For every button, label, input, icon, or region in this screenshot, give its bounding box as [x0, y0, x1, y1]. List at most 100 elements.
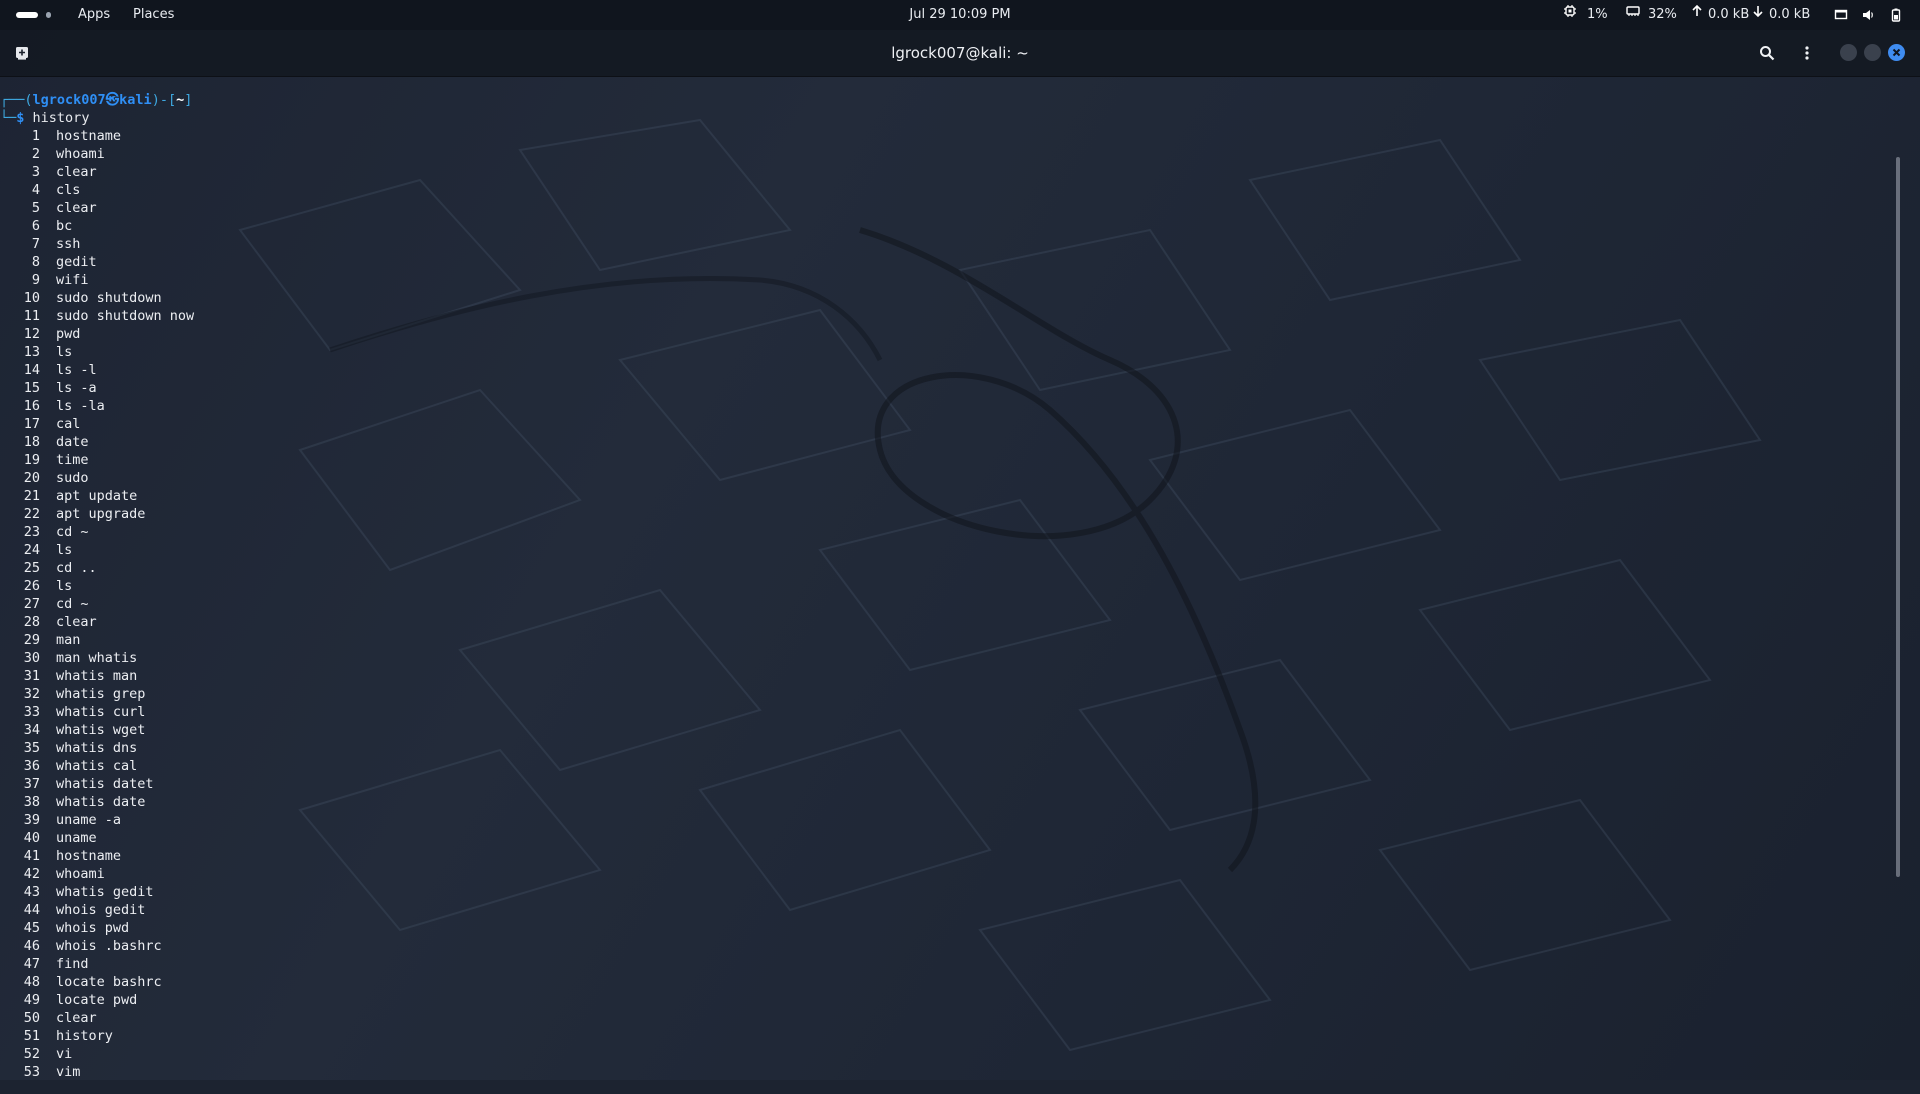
clock[interactable]: Jul 29 10:09 PM: [909, 0, 1010, 30]
download-indicator[interactable]: 0.0 kB: [1751, 0, 1810, 30]
history-entry: 36 whatis cal: [0, 757, 1904, 775]
history-command: clear: [56, 614, 97, 630]
history-command: whatis datet: [56, 776, 154, 792]
minimize-icon[interactable]: [1840, 44, 1857, 61]
history-entry: 50 clear: [0, 1009, 1904, 1027]
history-number: 21: [23, 488, 40, 504]
history-number: 18: [23, 434, 40, 450]
history-entry: 15 ls -a: [0, 379, 1904, 397]
memory-icon: [1626, 0, 1640, 30]
history-command: whatis man: [56, 668, 138, 684]
history-command: cls: [56, 182, 81, 198]
history-number: 36: [23, 758, 40, 774]
top-panel: Apps Places Jul 29 10:09 PM 1% 32% 0.0 k…: [0, 0, 1920, 30]
history-command: uname: [56, 830, 97, 846]
prompt-user: lgrock007: [32, 92, 106, 108]
history-entry: 35 whatis dns: [0, 739, 1904, 757]
history-command: whatis date: [56, 794, 146, 810]
history-number: 5: [31, 200, 40, 216]
terminal-output[interactable]: ┌──(lgrock007㉿kali)-[~] └─$ history 1 hos…: [0, 77, 1904, 1094]
window-title: lgrock007@kali: ~: [891, 44, 1029, 62]
history-entry: 5 clear: [0, 199, 1904, 217]
history-entry: 10 sudo shutdown: [0, 289, 1904, 307]
history-command: ls -l: [56, 362, 97, 378]
history-entry: 40 uname: [0, 829, 1904, 847]
history-command: cd ~: [56, 524, 89, 540]
history-command: apt upgrade: [56, 506, 146, 522]
history-command: cd ..: [56, 560, 97, 576]
history-entry: 13 ls: [0, 343, 1904, 361]
close-icon[interactable]: [1888, 44, 1905, 61]
history-number: 15: [23, 380, 40, 396]
history-entry: 11 sudo shutdown now: [0, 307, 1904, 325]
battery-icon[interactable]: [1889, 0, 1903, 30]
history-command: apt update: [56, 488, 138, 504]
apps-menu[interactable]: Apps: [78, 0, 110, 30]
workspace-indicator-active[interactable]: [16, 12, 38, 18]
history-command: uname -a: [56, 812, 122, 828]
history-list: 1 hostname 2 whoami 3 clear 4 cls 5 clear 6 bc 7 ssh 8…: [0, 127, 1904, 1081]
history-entry: 47 find: [0, 955, 1904, 973]
search-icon[interactable]: [1757, 43, 1777, 63]
kebab-menu-icon[interactable]: [1797, 43, 1817, 63]
history-entry: 52 vi: [0, 1045, 1904, 1063]
history-entry: 33 whatis curl: [0, 703, 1904, 721]
upload-value: 0.0 kB: [1708, 7, 1750, 22]
maximize-icon[interactable]: [1864, 44, 1881, 61]
history-number: 35: [23, 740, 40, 756]
history-command: wifi: [56, 272, 89, 288]
history-command: sudo shutdown now: [56, 308, 195, 324]
history-number: 38: [23, 794, 40, 810]
history-command: hostname: [56, 848, 122, 864]
terminal-scrollbar[interactable]: [1896, 157, 1900, 877]
history-command: clear: [56, 164, 97, 180]
history-number: 9: [31, 272, 40, 288]
history-number: 8: [31, 254, 40, 270]
history-number: 22: [23, 506, 40, 522]
history-number: 52: [23, 1046, 40, 1062]
history-entry: 43 whatis gedit: [0, 883, 1904, 901]
history-number: 45: [23, 920, 40, 936]
history-entry: 37 whatis datet: [0, 775, 1904, 793]
memory-value: 32%: [1648, 7, 1677, 22]
history-command: find: [56, 956, 89, 972]
history-entry: 6 bc: [0, 217, 1904, 235]
history-command: bc: [56, 218, 73, 234]
volume-icon[interactable]: [1861, 0, 1875, 30]
history-command: whoami: [56, 146, 105, 162]
history-number: 42: [23, 866, 40, 882]
memory-indicator[interactable]: 32%: [1626, 0, 1677, 30]
places-menu[interactable]: Places: [133, 0, 174, 30]
history-entry: 48 locate bashrc: [0, 973, 1904, 991]
arrow-up-icon: [1690, 0, 1704, 30]
history-entry: 31 whatis man: [0, 667, 1904, 685]
history-number: 16: [23, 398, 40, 414]
history-number: 37: [23, 776, 40, 792]
history-entry: 44 whois gedit: [0, 901, 1904, 919]
history-entry: 18 date: [0, 433, 1904, 451]
history-entry: 16 ls -la: [0, 397, 1904, 415]
upload-indicator[interactable]: 0.0 kB: [1690, 0, 1749, 30]
history-number: 33: [23, 704, 40, 720]
history-command: time: [56, 452, 89, 468]
history-entry: 53 vim: [0, 1063, 1904, 1081]
history-number: 34: [23, 722, 40, 738]
prompt-line-2: └─$ history: [0, 109, 1904, 127]
history-entry: 22 apt upgrade: [0, 505, 1904, 523]
terminal-titlebar[interactable]: lgrock007@kali: ~: [0, 30, 1920, 77]
history-entry: 7 ssh: [0, 235, 1904, 253]
history-number: 13: [23, 344, 40, 360]
history-number: 39: [23, 812, 40, 828]
workspace-indicator[interactable]: [46, 12, 51, 18]
history-number: 3: [31, 164, 40, 180]
history-number: 1: [31, 128, 40, 144]
history-number: 26: [23, 578, 40, 594]
history-number: 20: [23, 470, 40, 486]
history-command: clear: [56, 1010, 97, 1026]
display-icon[interactable]: [1834, 0, 1848, 30]
history-command: locate pwd: [56, 992, 138, 1008]
prompt-frame-close: ]: [184, 92, 193, 108]
prompt-at-symbol: ㉿: [105, 92, 120, 108]
cpu-indicator[interactable]: 1%: [1563, 0, 1608, 30]
cpu-value: 1%: [1587, 7, 1608, 22]
